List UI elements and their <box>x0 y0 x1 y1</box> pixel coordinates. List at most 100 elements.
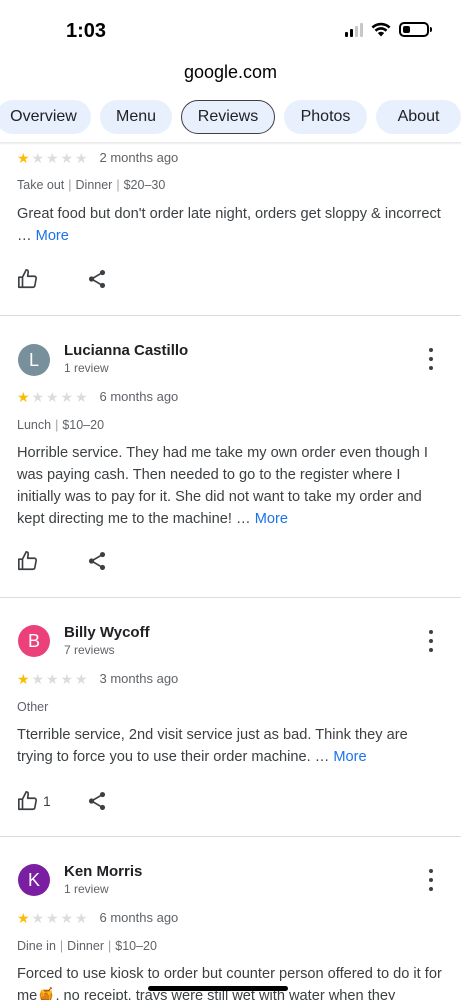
rating-row: ★ ★ ★ ★ ★ 3 months ago <box>17 671 178 686</box>
meta-tag: Dinner <box>75 178 113 192</box>
reviewer-name[interactable]: Ken Morris <box>64 863 142 880</box>
star-filled-icon: ★ <box>17 388 30 405</box>
reviewer-review-count: 1 review <box>64 882 109 896</box>
meta-tag: $20–30 <box>123 178 166 192</box>
reviewer-name[interactable]: Billy Wycoff <box>64 624 150 641</box>
divider <box>0 597 461 598</box>
meta-tag: Take out <box>17 178 65 192</box>
review-meta: Take out | Dinner | $20–30 <box>17 178 165 192</box>
avatar[interactable]: K <box>18 864 50 896</box>
home-indicator <box>148 986 288 991</box>
star-empty-icon: ★ <box>31 388 45 405</box>
more-options-icon[interactable] <box>427 869 435 891</box>
review-meta: Lunch | $10–20 <box>17 418 104 432</box>
share-icon[interactable] <box>86 550 108 572</box>
star-filled-icon: ★ <box>17 670 30 687</box>
star-rating: ★ ★ ★ ★ ★ <box>17 672 90 686</box>
tab-overview[interactable]: Overview <box>0 100 91 134</box>
meta-separator: | <box>59 939 64 953</box>
review-date: 6 months ago <box>99 910 179 925</box>
meta-separator: | <box>55 418 59 432</box>
thumbs-up-icon[interactable] <box>17 550 39 572</box>
tabs-shadow <box>0 142 461 145</box>
meta-separator: | <box>116 178 120 192</box>
star-empty-icon: ★ <box>60 149 74 166</box>
more-link[interactable]: More <box>36 228 69 244</box>
review-actions <box>17 550 43 572</box>
star-empty-icon: ★ <box>46 909 59 926</box>
meta-tag: Other <box>17 700 49 714</box>
cellular-signal-icon <box>345 22 363 37</box>
review-text: Great food but don't order late night, o… <box>17 203 445 247</box>
status-icons <box>345 22 432 37</box>
share-icon[interactable] <box>86 268 108 290</box>
like-count: 1 <box>43 793 51 809</box>
review-text: Horrible service. They had me take my ow… <box>17 442 445 530</box>
share-icon[interactable] <box>86 790 108 812</box>
tab-menu[interactable]: Menu <box>100 100 172 134</box>
tab-about[interactable]: About <box>376 100 461 134</box>
star-empty-icon: ★ <box>75 388 88 405</box>
tab-photos[interactable]: Photos <box>284 100 367 134</box>
review-actions: 1 <box>17 790 51 812</box>
star-empty-icon: ★ <box>60 909 74 926</box>
avatar[interactable]: B <box>18 625 50 657</box>
star-rating: ★ ★ ★ ★ ★ <box>17 911 90 925</box>
meta-separator: | <box>68 178 72 192</box>
meta-tag: Dinner <box>67 939 104 953</box>
review-text: Forced to use kiosk to order but counter… <box>17 963 445 1000</box>
avatar[interactable]: L <box>18 344 50 376</box>
review-date: 6 months ago <box>99 389 179 404</box>
star-empty-icon: ★ <box>75 670 88 687</box>
review-date: 3 months ago <box>99 671 179 686</box>
address-bar[interactable]: google.com <box>0 62 461 90</box>
rating-row: ★ ★ ★ ★ ★ 6 months ago <box>17 389 178 404</box>
star-empty-icon: ★ <box>31 909 45 926</box>
meta-separator: | <box>108 939 112 953</box>
star-filled-icon: ★ <box>17 909 30 926</box>
more-link[interactable]: More <box>333 749 366 765</box>
thumbs-up-icon[interactable] <box>17 790 39 812</box>
meta-tag: $10–20 <box>115 939 157 953</box>
review-meta: Dine in | Dinner | $10–20 <box>17 939 157 953</box>
reviewer-name[interactable]: Lucianna Castillo <box>64 342 188 359</box>
star-empty-icon: ★ <box>75 909 88 926</box>
meta-tag: Dine in <box>17 939 56 953</box>
reviewer-review-count: 1 review <box>64 361 109 375</box>
star-empty-icon: ★ <box>46 388 59 405</box>
review-text: Tterrible service, 2nd visit service jus… <box>17 724 445 768</box>
review-body: Great food but don't order late night, o… <box>17 206 441 244</box>
review-body: Horrible service. They had me take my ow… <box>17 445 428 527</box>
star-empty-icon: ★ <box>46 670 59 687</box>
star-empty-icon: ★ <box>31 670 45 687</box>
rating-row: ★ ★ ★ ★ ★ 2 months ago <box>17 150 178 165</box>
star-empty-icon: ★ <box>60 388 74 405</box>
review-date: 2 months ago <box>99 150 179 165</box>
status-bar: 1:03 <box>0 0 461 62</box>
meta-tag: Lunch <box>17 418 52 432</box>
tab-reviews[interactable]: Reviews <box>181 100 275 134</box>
review-body: Forced to use kiosk to order but counter… <box>17 966 442 1000</box>
more-options-icon[interactable] <box>427 630 435 652</box>
place-tabs: Overview Menu Reviews Photos About <box>0 96 461 140</box>
review-actions <box>17 268 43 290</box>
star-rating: ★ ★ ★ ★ ★ <box>17 151 90 165</box>
star-filled-icon: ★ <box>17 149 30 166</box>
star-empty-icon: ★ <box>31 149 45 166</box>
star-empty-icon: ★ <box>46 149 59 166</box>
thumbs-up-icon[interactable] <box>17 268 39 290</box>
battery-icon <box>399 22 432 37</box>
divider <box>0 315 461 316</box>
rating-row: ★ ★ ★ ★ ★ 6 months ago <box>17 910 178 925</box>
review-meta: Other <box>17 700 48 714</box>
reviewer-review-count: 7 reviews <box>64 643 115 657</box>
star-rating: ★ ★ ★ ★ ★ <box>17 390 90 404</box>
meta-tag: $10–20 <box>62 418 105 432</box>
more-link[interactable]: More <box>255 511 288 527</box>
star-empty-icon: ★ <box>75 149 88 166</box>
more-options-icon[interactable] <box>427 348 435 370</box>
divider <box>0 836 461 837</box>
star-empty-icon: ★ <box>60 670 74 687</box>
status-time: 1:03 <box>66 20 107 42</box>
wifi-icon <box>371 22 391 37</box>
